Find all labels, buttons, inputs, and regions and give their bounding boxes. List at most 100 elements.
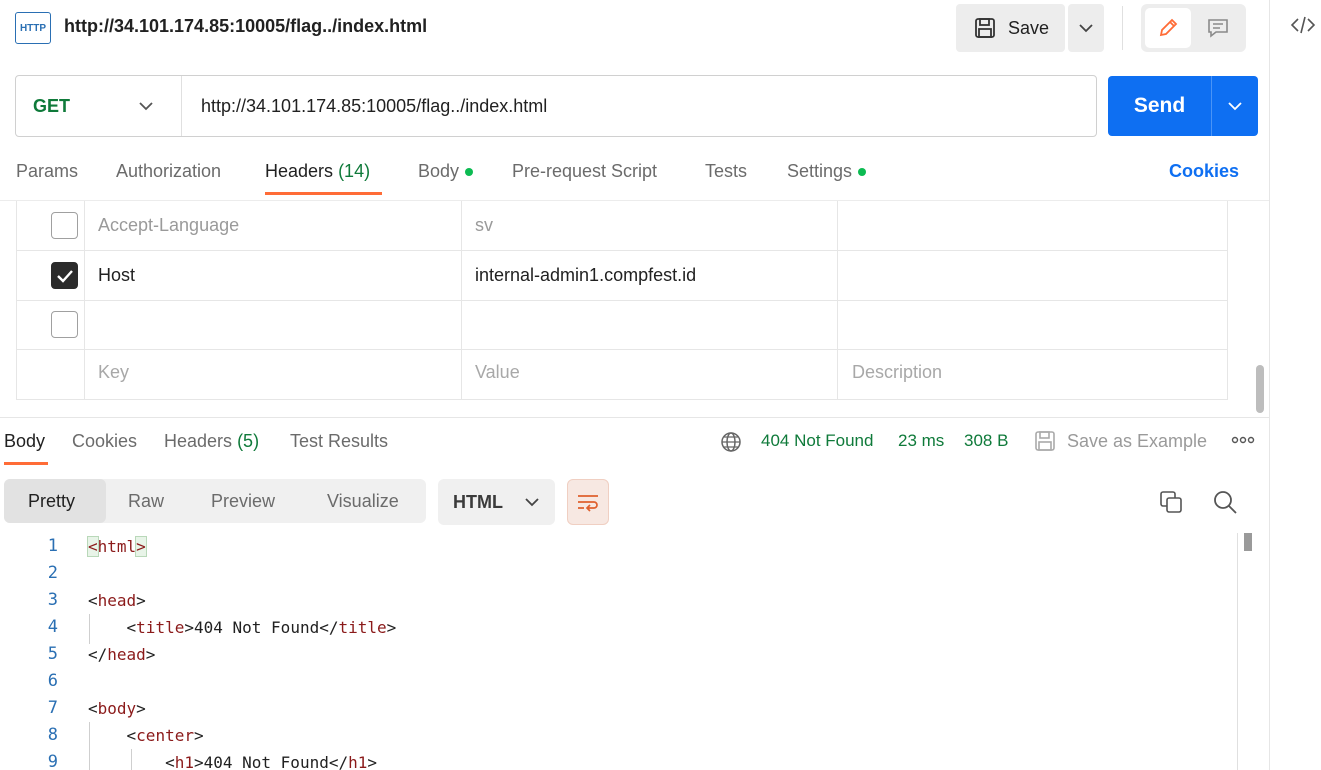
code-line[interactable]: </head> <box>88 645 155 664</box>
table-row-divider <box>16 349 1228 350</box>
comment-icon <box>1208 19 1228 38</box>
table-row-divider <box>16 300 1228 301</box>
comment-mode-button[interactable] <box>1195 8 1241 48</box>
view-pretty[interactable]: Pretty <box>28 491 75 512</box>
header-key-cell[interactable]: Host <box>98 265 135 286</box>
save-label: Save <box>1008 17 1050 38</box>
description-input[interactable]: Description <box>852 362 942 383</box>
tab-tests[interactable]: Tests <box>705 161 747 182</box>
table-col-divider <box>84 201 85 400</box>
chevron-down-icon <box>1228 102 1242 111</box>
tab-prerequest-script[interactable]: Pre-request Script <box>512 161 657 182</box>
view-preview[interactable]: Preview <box>211 491 275 512</box>
pane-divider[interactable] <box>0 417 1269 418</box>
active-tab-indicator <box>265 192 382 195</box>
code-scrollbar-thumb[interactable] <box>1244 533 1252 551</box>
floppy-disk-icon <box>975 18 995 38</box>
edit-mode-button[interactable] <box>1145 8 1191 48</box>
format-label: HTML <box>453 491 503 512</box>
line-number: 6 <box>47 671 58 691</box>
header-row-checkbox[interactable] <box>51 212 78 239</box>
wrap-lines-button[interactable] <box>567 479 609 525</box>
status-dot-icon <box>858 168 867 177</box>
wrap-lines-icon <box>578 495 598 512</box>
checkmark-icon <box>56 269 73 283</box>
save-example-icon <box>1034 430 1056 457</box>
header-key-cell[interactable]: Accept-Language <box>98 215 239 236</box>
format-select[interactable]: HTML <box>438 479 555 525</box>
request-scrollbar[interactable] <box>1256 365 1264 413</box>
view-visualize[interactable]: Visualize <box>327 491 399 512</box>
tab-body-label: Body <box>418 161 460 181</box>
tab-body[interactable]: Body <box>418 161 474 182</box>
search-icon[interactable] <box>1212 489 1238 520</box>
line-number: 1 <box>47 536 58 556</box>
view-raw[interactable]: Raw <box>128 491 164 512</box>
line-number: 4 <box>47 617 58 637</box>
code-scrollbar-track <box>1237 533 1238 770</box>
code-snippet-icon[interactable] <box>1290 14 1316 42</box>
status-code[interactable]: 404 Not Found <box>761 431 873 451</box>
header-value-cell[interactable]: internal-admin1.compfest.id <box>475 265 696 286</box>
response-tab-body[interactable]: Body <box>4 431 45 452</box>
send-button[interactable]: Send <box>1108 76 1211 136</box>
response-tab-headers-label: Headers <box>164 431 233 451</box>
response-tab-test-results[interactable]: Test Results <box>290 431 388 452</box>
url-divider <box>181 76 182 136</box>
chevron-down-icon <box>1079 24 1093 33</box>
response-size[interactable]: 308 B <box>964 431 1008 451</box>
cookies-link[interactable]: Cookies <box>1169 161 1239 182</box>
code-line[interactable]: <title>404 Not Found</title> <box>88 618 397 637</box>
response-headers-count: (5) <box>237 431 260 451</box>
header-row-checkbox[interactable] <box>51 311 78 338</box>
code-line[interactable]: <head> <box>88 591 146 610</box>
method-select[interactable]: GET <box>33 96 70 117</box>
http-icon-text: HTTP <box>19 22 47 34</box>
headers-count-badge: (14) <box>338 161 371 181</box>
chevron-down-icon[interactable] <box>138 96 154 121</box>
pencil-icon <box>1159 18 1178 37</box>
header-row-checkbox[interactable] <box>51 262 78 289</box>
table-col-divider <box>837 201 838 400</box>
globe-icon[interactable] <box>720 431 742 458</box>
active-tab-indicator <box>4 462 48 465</box>
url-bar <box>15 75 1097 137</box>
save-as-example-button[interactable]: Save as Example <box>1067 431 1207 452</box>
code-line[interactable]: <h1>404 Not Found</h1> <box>88 753 377 770</box>
save-options-dropdown[interactable] <box>1068 4 1104 52</box>
line-number: 5 <box>47 644 58 664</box>
tab-settings[interactable]: Settings <box>787 161 867 182</box>
send-options-dropdown[interactable] <box>1211 76 1258 136</box>
code-line[interactable]: <body> <box>88 699 146 718</box>
tab-settings-label: Settings <box>787 161 853 181</box>
code-line[interactable]: <center> <box>88 726 204 745</box>
code-line-text: html <box>97 537 137 556</box>
line-number: 8 <box>47 725 58 745</box>
table-col-divider <box>461 201 462 400</box>
line-number: 3 <box>47 590 58 610</box>
response-tab-cookies[interactable]: Cookies <box>72 431 137 452</box>
right-sidebar-divider <box>1269 0 1270 770</box>
response-tab-headers[interactable]: Headers (5) <box>164 431 259 452</box>
key-input[interactable]: Key <box>98 362 129 383</box>
header-value-cell[interactable]: sv <box>475 215 493 236</box>
copy-icon[interactable] <box>1159 490 1183 519</box>
more-options-icon[interactable] <box>1231 428 1255 454</box>
toolbar-divider <box>1122 6 1123 50</box>
http-request-icon: HTTP <box>15 12 51 44</box>
line-number: 9 <box>47 752 58 770</box>
tab-params[interactable]: Params <box>16 161 78 182</box>
chevron-down-icon <box>525 498 539 507</box>
url-input[interactable]: http://34.101.174.85:10005/flag../index.… <box>201 96 547 117</box>
tab-authorization[interactable]: Authorization <box>116 161 221 182</box>
tab-headers-label: Headers <box>265 161 334 181</box>
response-time[interactable]: 23 ms <box>898 431 944 451</box>
save-button[interactable]: Save <box>956 4 1065 52</box>
tab-headers[interactable]: Headers (14) <box>265 161 370 182</box>
request-title[interactable]: http://34.101.174.85:10005/flag../index.… <box>64 16 427 37</box>
status-dot-icon <box>465 168 474 177</box>
line-number: 7 <box>47 698 58 718</box>
line-number: 2 <box>47 563 58 583</box>
code-line[interactable]: <html> <box>87 536 147 557</box>
value-input[interactable]: Value <box>475 362 520 383</box>
